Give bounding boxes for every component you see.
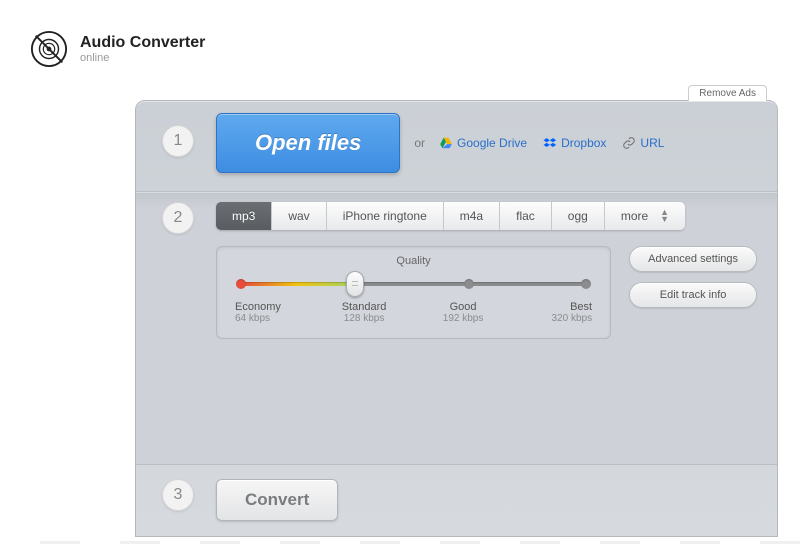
vinyl-logo-icon <box>30 30 68 68</box>
format-tab-flac[interactable]: flac <box>500 202 552 230</box>
step-2-badge: 2 <box>162 202 194 234</box>
format-tab-wav[interactable]: wav <box>272 202 326 230</box>
format-tab-iphone-ringtone[interactable]: iPhone ringtone <box>327 202 444 230</box>
dropbox-icon <box>543 136 557 150</box>
quality-stop-standard: Standard128 kbps <box>334 301 394 324</box>
format-tab-more[interactable]: more▲▼ <box>605 202 685 230</box>
google-drive-icon <box>439 136 453 150</box>
quality-title: Quality <box>235 255 592 267</box>
format-tab-m4a[interactable]: m4a <box>444 202 500 230</box>
main-panel: Remove Ads 1 Open files or Google Drive … <box>135 100 778 537</box>
footer-strip <box>0 541 800 544</box>
step-1-row: 1 Open files or Google Drive Dropbox <box>136 101 777 191</box>
remove-ads-button[interactable]: Remove Ads <box>688 85 767 101</box>
format-tabs: mp3waviPhone ringtonem4aflacoggmore▲▼ <box>216 202 685 230</box>
google-drive-link[interactable]: Google Drive <box>439 136 527 150</box>
step-3-row: 3 Convert <box>136 465 777 535</box>
quality-stop-best: Best320 kbps <box>532 301 592 324</box>
step-2-row: 2 mp3waviPhone ringtonem4aflacoggmore▲▼ … <box>136 191 777 465</box>
step-1-badge: 1 <box>162 125 194 157</box>
link-icon <box>622 136 636 150</box>
format-tab-ogg[interactable]: ogg <box>552 202 605 230</box>
google-drive-label: Google Drive <box>457 136 527 150</box>
quality-slider[interactable] <box>241 275 586 293</box>
quality-stop-good: Good192 kbps <box>433 301 493 324</box>
quality-stop-economy: Economy64 kbps <box>235 301 295 324</box>
edit-track-info-button[interactable]: Edit track info <box>629 282 757 308</box>
app-header: Audio Converter online <box>0 0 800 68</box>
or-label: or <box>414 136 425 150</box>
url-link[interactable]: URL <box>622 136 664 150</box>
convert-button[interactable]: Convert <box>216 479 338 521</box>
advanced-settings-button[interactable]: Advanced settings <box>629 246 757 272</box>
url-label: URL <box>640 136 664 150</box>
chevron-updown-icon: ▲▼ <box>660 209 669 223</box>
open-files-button[interactable]: Open files <box>216 113 400 173</box>
step-3-badge: 3 <box>162 479 194 511</box>
dropbox-label: Dropbox <box>561 136 606 150</box>
format-tab-mp3[interactable]: mp3 <box>216 202 272 230</box>
dropbox-link[interactable]: Dropbox <box>543 136 606 150</box>
quality-panel: Quality Economy64 kbps Standard128 kbps Go… <box>216 246 611 339</box>
app-title: Audio Converter <box>80 34 205 52</box>
cloud-links: Google Drive Dropbox URL <box>439 136 664 150</box>
app-subtitle: online <box>80 52 205 64</box>
side-buttons: Advanced settings Edit track info <box>629 246 757 308</box>
